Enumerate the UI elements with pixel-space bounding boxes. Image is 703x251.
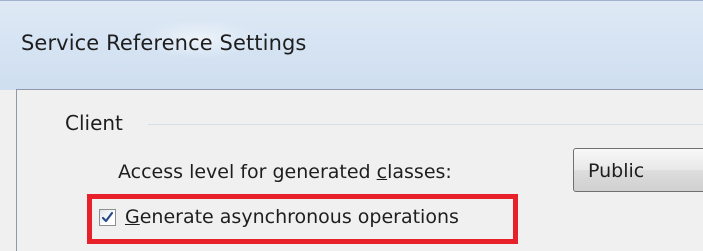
- access-level-label-mnemonic: c: [376, 161, 388, 183]
- title-bar: Service Reference Settings: [0, 0, 703, 90]
- access-level-label: Access level for generated classes:: [118, 161, 452, 183]
- client-group-divider: [148, 124, 703, 125]
- client-group-label: Client: [65, 111, 123, 135]
- access-level-selected-value: Public: [588, 160, 645, 182]
- service-reference-settings-dialog: Service Reference Settings Client Access…: [0, 0, 703, 251]
- red-highlight-box: [87, 194, 518, 244]
- access-level-label-prefix: Access level for generated: [118, 161, 377, 183]
- access-level-label-suffix: lasses:: [387, 161, 452, 183]
- window-title: Service Reference Settings: [21, 31, 307, 55]
